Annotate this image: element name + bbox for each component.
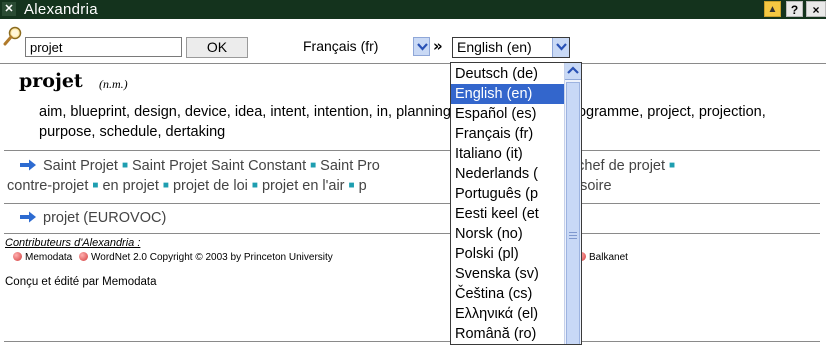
language-option[interactable]: Polski (pl)	[451, 244, 564, 264]
related-link[interactable]: en projet	[102, 178, 158, 194]
separator-icon: ■	[348, 180, 355, 191]
language-option[interactable]: Română (ro)	[451, 324, 564, 344]
related-expressions: Saint Projet ■ Saint Projet Saint Constant…	[7, 156, 822, 196]
related-link[interactable]: contre-projet	[7, 178, 88, 194]
scroll-up-button[interactable]: ▲	[764, 1, 781, 17]
related-link[interactable]: Saint Projet	[43, 158, 118, 174]
related-link[interactable]: projet en l'air	[262, 178, 345, 194]
translation-list: aim, blueprint, design, device, idea, in…	[39, 104, 766, 140]
language-option[interactable]: Español (es)	[451, 104, 564, 124]
language-option[interactable]: Čeština (cs)	[451, 284, 564, 304]
separator-icon: ■	[121, 160, 129, 171]
separator-icon: ■	[251, 180, 258, 191]
source-language-select[interactable]: Français (fr)	[299, 37, 430, 58]
source-language-value: Français (fr)	[303, 38, 379, 54]
separator-icon: ■	[310, 160, 317, 171]
arrow-right-icon	[20, 159, 36, 171]
close-button[interactable]: ×	[806, 1, 826, 17]
app-logo-icon: ✕	[2, 2, 16, 16]
language-option[interactable]: Svenska (sv)	[451, 264, 564, 284]
contributor-balkanet[interactable]: Balkanet	[589, 252, 628, 263]
target-language-value: English (en)	[457, 39, 532, 55]
related-link[interactable]: Saint Projet Saint Constant	[132, 158, 306, 174]
dropdown-scrollbar[interactable]	[564, 63, 581, 344]
ok-button[interactable]: OK	[186, 37, 248, 58]
related-link[interactable]: projet de loi	[173, 178, 248, 194]
target-language-select[interactable]: English (en)	[452, 37, 570, 58]
language-option[interactable]: Eesti keel (et	[451, 204, 564, 224]
language-option[interactable]: Deutsch (de)	[451, 64, 564, 84]
contributor-balkanet-row: Balkanet	[577, 252, 628, 263]
related-line-2: contre-projet ■ en projet ■ projet de loi ■ pr…	[7, 176, 822, 196]
scrollbar-thumb[interactable]	[566, 82, 580, 344]
scrollbar-grip-icon	[569, 232, 577, 239]
window-title: Alexandria	[24, 1, 98, 18]
contributor-memodata[interactable]: Memodata	[25, 252, 72, 263]
language-option[interactable]: Português (p	[451, 184, 564, 204]
contributors-list: Memodata WordNet 2.0 Copyright © 2003 by…	[13, 252, 333, 263]
chevron-down-icon[interactable]	[552, 38, 569, 57]
search-icon	[3, 26, 22, 46]
eurovoc-row: projet (EUROVOC)	[7, 210, 166, 226]
search-input[interactable]	[25, 37, 182, 57]
related-link[interactable]: chef de projet	[577, 158, 665, 174]
part-of-speech: (n.m.)	[99, 77, 128, 91]
chevron-down-icon[interactable]	[413, 37, 430, 56]
swap-languages-button[interactable]: »	[433, 37, 443, 56]
language-option[interactable]: Ελληνικά (el)	[451, 304, 564, 324]
bullet-icon	[13, 252, 22, 261]
divider	[4, 341, 820, 342]
help-button[interactable]: ?	[786, 1, 803, 17]
contributor-wordnet[interactable]: WordNet 2.0 Copyright © 2003 by Princeto…	[91, 252, 333, 263]
language-option[interactable]: Français (fr)	[451, 124, 564, 144]
separator-icon: ■	[92, 180, 99, 191]
arrow-right-icon	[20, 211, 36, 223]
credit-line: Conçu et édité par Memodata	[5, 276, 157, 288]
divider	[0, 63, 826, 64]
language-option[interactable]: Norsk (no)	[451, 224, 564, 244]
related-line-1: Saint Projet ■ Saint Projet Saint Constant…	[7, 156, 822, 176]
related-link[interactable]: Saint Pro	[320, 158, 380, 174]
language-option-selected[interactable]: English (en)	[451, 84, 564, 104]
language-option[interactable]: Italiano (it)	[451, 144, 564, 164]
divider	[4, 233, 820, 234]
language-dropdown-list[interactable]: Deutsch (de) English (en) Español (es) F…	[450, 62, 582, 345]
headword: projet	[19, 70, 83, 92]
scroll-up-arrow-icon[interactable]	[565, 63, 581, 80]
eurovoc-link[interactable]: projet (EUROVOC)	[43, 210, 166, 226]
bullet-icon	[79, 252, 89, 261]
divider	[4, 203, 820, 204]
contributors-title[interactable]: Contributeurs d'Alexandria :	[5, 237, 140, 249]
title-bar: ✕ Alexandria ▲ ? ×	[0, 0, 826, 19]
separator-icon: ■	[162, 180, 169, 191]
language-option[interactable]: Nederlands (	[451, 164, 564, 184]
separator-icon: ■	[669, 160, 676, 171]
related-link[interactable]: p	[359, 178, 367, 194]
divider	[4, 150, 820, 151]
